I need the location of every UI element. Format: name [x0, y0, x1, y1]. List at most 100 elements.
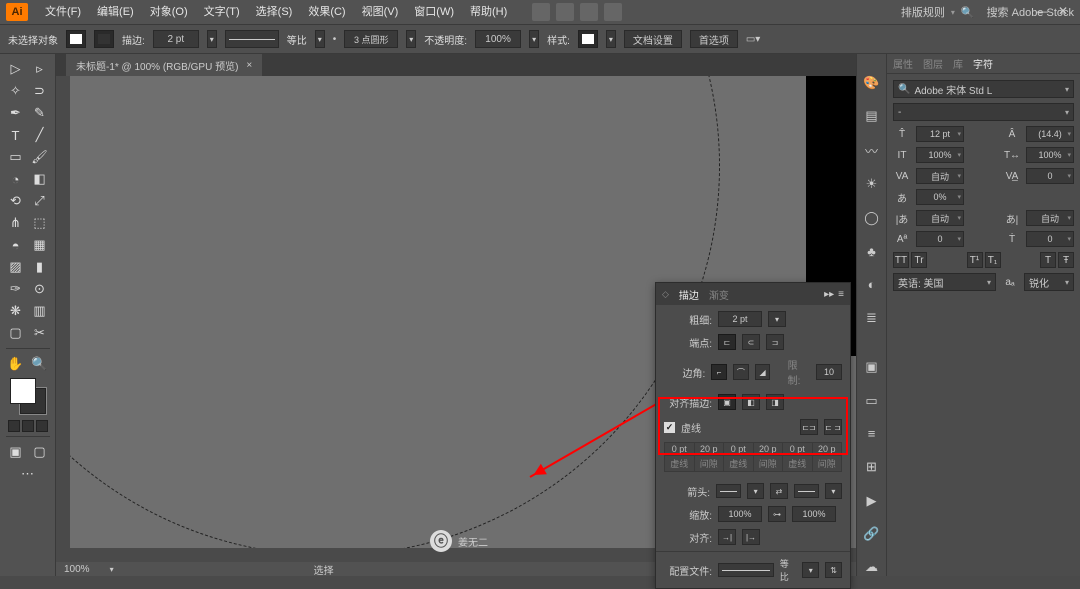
- miter-limit-field[interactable]: 10: [816, 364, 842, 380]
- dash-2-input[interactable]: 0 pt: [724, 443, 754, 456]
- lasso-tool[interactable]: ⊃: [28, 80, 52, 102]
- gap-3-input[interactable]: 20 p: [812, 443, 842, 456]
- arrow-end-scale[interactable]: 100%: [792, 506, 836, 522]
- zoom-tool[interactable]: 🔍: [28, 353, 52, 375]
- eraser-tool[interactable]: ◧: [28, 168, 52, 190]
- direct-selection-tool[interactable]: ▹: [28, 58, 52, 80]
- graph-tool[interactable]: ▥: [28, 300, 52, 322]
- dash-align-corners-button[interactable]: ⊏ ⊐: [824, 419, 842, 435]
- cap-butt-button[interactable]: ⊏: [718, 334, 736, 350]
- screen-mode-normal[interactable]: ▣: [4, 441, 28, 463]
- menu-window[interactable]: 窗口(W): [407, 0, 461, 24]
- menu-edit[interactable]: 编辑(E): [90, 0, 141, 24]
- arrow-align-tip-button[interactable]: →|: [718, 529, 736, 545]
- symbol-sprayer-tool[interactable]: ❋: [4, 300, 28, 322]
- menu-type[interactable]: 文字(T): [197, 0, 247, 24]
- artboard-tool[interactable]: ▢: [4, 322, 28, 344]
- brush-tool[interactable]: 🖌: [28, 146, 52, 168]
- hand-tool[interactable]: ✋: [4, 353, 28, 375]
- fill-stroke-swatches[interactable]: [10, 378, 46, 414]
- links-panel-icon[interactable]: 🔗: [862, 525, 882, 542]
- menu-help[interactable]: 帮助(H): [463, 0, 514, 24]
- stroke-tab[interactable]: 描边: [679, 287, 699, 302]
- font-style-select[interactable]: -: [893, 103, 1074, 121]
- char-rotation-input[interactable]: 0: [1026, 231, 1074, 247]
- shaper-tool[interactable]: ◔: [4, 168, 28, 190]
- transparency-panel-icon[interactable]: ▣: [862, 359, 882, 376]
- blend-tool[interactable]: ⊙: [28, 278, 52, 300]
- color-panel-icon[interactable]: 🎨: [862, 74, 882, 91]
- edit-toolbar[interactable]: ⋯: [16, 463, 40, 485]
- leading-input[interactable]: (14.4): [1026, 126, 1074, 142]
- scale-tool[interactable]: ⤢: [28, 190, 52, 212]
- join-round-button[interactable]: ⌒: [733, 364, 749, 380]
- tsume-input[interactable]: 0%: [916, 189, 964, 205]
- dash-align-exact-button[interactable]: ⊏⊐: [800, 419, 818, 435]
- rectangle-tool[interactable]: ▭: [4, 146, 28, 168]
- perspective-tool[interactable]: ▦: [28, 234, 52, 256]
- align-panel-icon[interactable]: ▭: [862, 392, 882, 409]
- profile-select[interactable]: [718, 563, 774, 577]
- menu-file[interactable]: 文件(F): [38, 0, 88, 24]
- align-icon[interactable]: ▭▾: [746, 34, 760, 45]
- antialias-select[interactable]: 锐化: [1024, 273, 1074, 291]
- kerning-input[interactable]: 自动: [916, 168, 964, 184]
- width-tool[interactable]: ⋔: [4, 212, 28, 234]
- gap-2-input[interactable]: 20 p: [753, 443, 783, 456]
- baseline-shift-input[interactable]: 0: [916, 231, 964, 247]
- swatches-panel-icon[interactable]: ▤: [862, 107, 882, 124]
- document-setup-button[interactable]: 文档设置: [624, 30, 682, 48]
- close-tab-icon[interactable]: ×: [246, 60, 252, 71]
- font-family-select[interactable]: 🔍Adobe 宋体 Std L: [893, 80, 1074, 98]
- aki-right-input[interactable]: 自动: [1026, 210, 1074, 226]
- smallcaps-button[interactable]: Tr: [911, 252, 927, 268]
- align-outside-button[interactable]: ◨: [766, 394, 784, 410]
- subscript-button[interactable]: T₁: [985, 252, 1001, 268]
- allcaps-button[interactable]: TT: [893, 252, 909, 268]
- shape-builder-tool[interactable]: ◓: [4, 234, 28, 256]
- opacity-input[interactable]: 100%: [475, 30, 521, 48]
- align-center-button[interactable]: ▣: [718, 394, 736, 410]
- gpu-icon[interactable]: [604, 3, 622, 21]
- layers-panel-icon[interactable]: ≣: [862, 309, 882, 326]
- tab-character[interactable]: 字符: [973, 56, 993, 71]
- font-size-input[interactable]: 12 pt: [916, 126, 964, 142]
- stroke-panel-icon[interactable]: ◯: [862, 209, 882, 226]
- arrow-start-select[interactable]: [716, 484, 741, 498]
- typesetting-rules-link[interactable]: 排版规则: [901, 4, 945, 20]
- free-transform-tool[interactable]: ⬚: [28, 212, 52, 234]
- superscript-button[interactable]: T¹: [967, 252, 983, 268]
- curvature-tool[interactable]: ✎: [28, 102, 52, 124]
- menu-effect[interactable]: 效果(C): [301, 0, 352, 24]
- align-inside-button[interactable]: ◧: [742, 394, 760, 410]
- stroke-weight-input[interactable]: 2 pt: [153, 30, 199, 48]
- arrange-icon[interactable]: [580, 3, 598, 21]
- tab-properties[interactable]: 属性: [893, 56, 913, 71]
- gap-1-input[interactable]: 20 p: [694, 443, 724, 456]
- appearance-panel-icon[interactable]: ♣: [862, 242, 882, 259]
- dash-3-input[interactable]: 0 pt: [783, 443, 813, 456]
- brush-preset[interactable]: 3 点圆形: [344, 30, 398, 48]
- cap-round-button[interactable]: ⊂: [742, 334, 760, 350]
- window-close-icon[interactable]: ✕: [1058, 4, 1068, 18]
- stroke-weight-field[interactable]: 2 pt: [718, 311, 762, 327]
- line-tool[interactable]: ╱: [28, 124, 52, 146]
- arrow-start-scale[interactable]: 100%: [718, 506, 762, 522]
- graphic-styles-panel-icon[interactable]: ◐: [862, 276, 882, 293]
- join-miter-button[interactable]: ⌐: [711, 364, 727, 380]
- slice-tool[interactable]: ✂: [28, 322, 52, 344]
- libraries-panel-icon[interactable]: ☁: [862, 559, 882, 576]
- vscale-input[interactable]: 100%: [916, 147, 964, 163]
- swap-arrows-button[interactable]: ⇄: [770, 483, 787, 499]
- gradient-tab[interactable]: 渐变: [709, 287, 729, 302]
- link-scale-button[interactable]: ⊶: [768, 506, 786, 522]
- dashed-line-checkbox[interactable]: ✓: [664, 422, 675, 433]
- underline-button[interactable]: T: [1040, 252, 1056, 268]
- join-bevel-button[interactable]: ◢: [755, 364, 771, 380]
- type-tool[interactable]: T: [4, 124, 28, 146]
- graphic-style[interactable]: [578, 30, 598, 48]
- stroke-swatch[interactable]: [94, 30, 114, 48]
- menu-view[interactable]: 视图(V): [355, 0, 406, 24]
- eyedropper-tool[interactable]: ✑: [4, 278, 28, 300]
- actions-panel-icon[interactable]: ▶: [862, 492, 882, 509]
